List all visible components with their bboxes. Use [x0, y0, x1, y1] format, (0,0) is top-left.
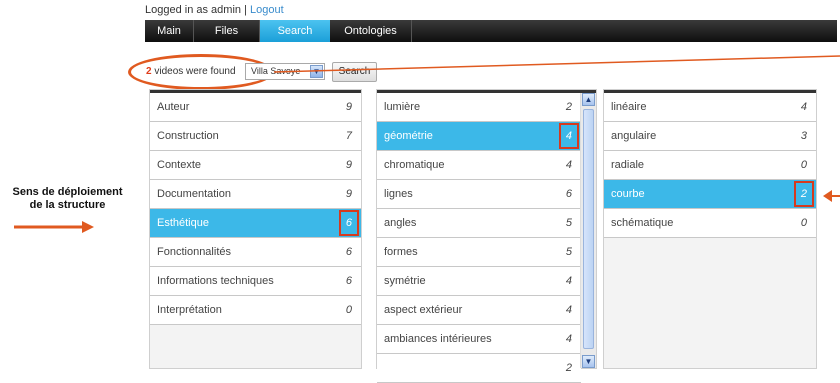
login-status: Logged in as admin | Logout [145, 4, 284, 16]
count-highlight-box [794, 181, 814, 207]
list-item[interactable]: Documentation 9 [150, 180, 361, 209]
annotation-line-2: de la structure [29, 199, 106, 211]
category-column-3: linéaire 4 angulaire 3 radiale 0 courbe 2 sc… [603, 89, 817, 369]
login-text: Logged in as admin | [145, 4, 247, 16]
logout-link[interactable]: Logout [250, 4, 284, 16]
tab-main[interactable]: Main [145, 20, 194, 42]
list-item[interactable]: ambiances intérieures 4 [377, 325, 581, 354]
list-item-selected[interactable]: géométrie 4 [377, 122, 581, 151]
list-item[interactable]: lignes 6 [377, 180, 581, 209]
column-scrollbar[interactable]: ▲ ▼ [580, 93, 596, 368]
list-item[interactable]: schématique 0 [604, 209, 816, 238]
list-item[interactable]: symétrie 4 [377, 267, 581, 296]
scrollbar-thumb[interactable] [583, 109, 594, 349]
list-item[interactable]: Contexte 9 [150, 151, 361, 180]
count-highlight-box [559, 123, 579, 149]
connector-line [274, 55, 840, 73]
list-item[interactable]: linéaire 4 [604, 93, 816, 122]
list-item[interactable]: Construction 7 [150, 122, 361, 151]
arrow-left-icon [823, 190, 840, 202]
tab-search[interactable]: Search [260, 20, 330, 42]
list-item-selected[interactable]: courbe 2 [604, 180, 816, 209]
list-item[interactable]: radiale 0 [604, 151, 816, 180]
list-item[interactable]: lumière 2 [377, 93, 581, 122]
list-item[interactable]: angles 5 [377, 209, 581, 238]
main-nav: Main Files Search Ontologies [145, 20, 837, 42]
list-item[interactable]: Informations techniques 6 [150, 267, 361, 296]
chevron-down-icon[interactable]: ▼ [582, 355, 595, 368]
chevron-up-icon[interactable]: ▲ [582, 93, 595, 106]
arrow-right-icon [14, 221, 94, 233]
list-item[interactable]: aspect extérieur 4 [377, 296, 581, 325]
tab-files[interactable]: Files [194, 20, 260, 42]
category-column-2: lumière 2 géométrie 4 chromatique 4 lignes 6… [376, 89, 597, 383]
annotation-line-1: Sens de déploiement [12, 186, 123, 198]
count-highlight-box [339, 210, 359, 236]
list-item-selected[interactable]: Esthétique 6 [150, 209, 361, 238]
list-item[interactable]: Auteur 9 [150, 93, 361, 122]
list-item[interactable]: Fonctionnalités 6 [150, 238, 361, 267]
list-item[interactable]: Interprétation 0 [150, 296, 361, 325]
list-item[interactable]: chromatique 4 [377, 151, 581, 180]
category-column-1: Auteur 9 Construction 7 Contexte 9 Document… [149, 89, 362, 369]
tab-ontologies[interactable]: Ontologies [330, 20, 412, 42]
deployment-annotation: Sens de déploiement de la structure [0, 186, 135, 212]
list-item[interactable]: angulaire 3 [604, 122, 816, 151]
list-item[interactable]: formes 5 [377, 238, 581, 267]
